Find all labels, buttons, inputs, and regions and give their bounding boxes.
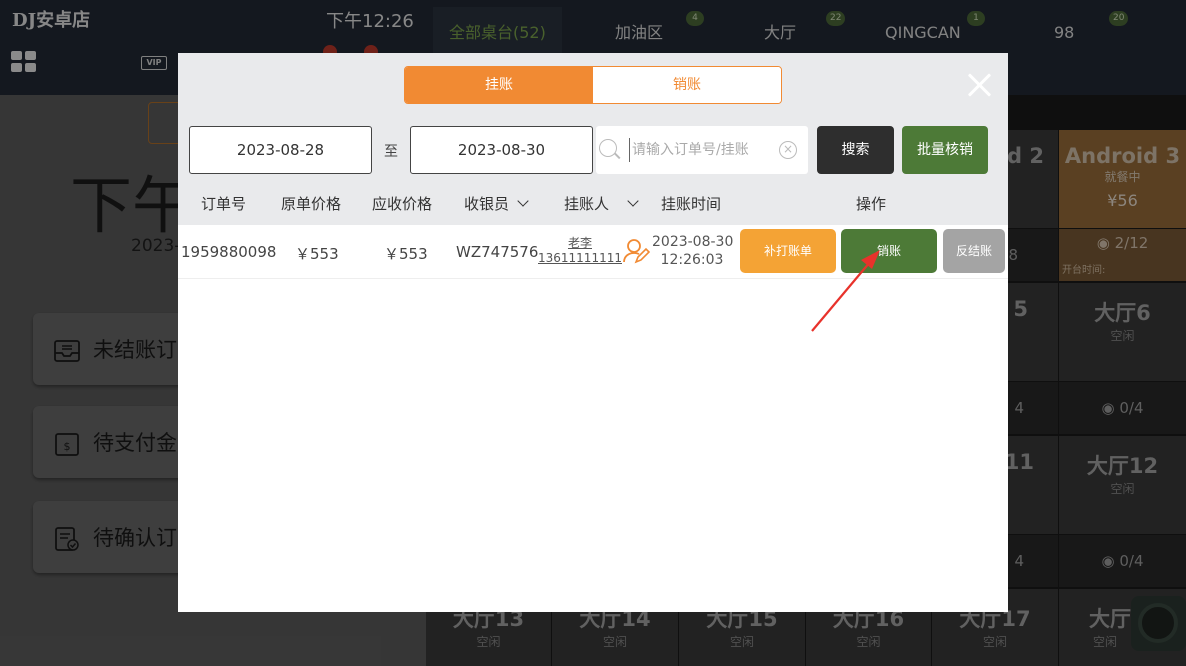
mode-switch: 挂账 销账 [404, 66, 782, 104]
reverse-checkout-button[interactable]: 反结账 [943, 229, 1005, 273]
settle-button[interactable]: 销账 [841, 229, 937, 273]
column-order-no: 订单号 [201, 195, 247, 213]
column-actions: 操作 [856, 195, 887, 213]
column-original-price: 原单价格 [281, 195, 342, 213]
search-box: × [596, 126, 808, 174]
search-icon [599, 139, 617, 157]
search-input[interactable] [629, 138, 777, 162]
column-payer-filter[interactable]: 挂账人 [564, 183, 639, 225]
column-credit-time: 挂账时间 [661, 195, 722, 213]
chevron-down-icon [627, 195, 639, 207]
end-date-field[interactable]: 2023-08-30 [410, 126, 593, 174]
tab-settle[interactable]: 销账 [593, 67, 781, 103]
date-range-separator: 至 [384, 144, 398, 160]
credit-account-dialog: 挂账 销账 2023-08-28 至 2023-08-30 × 搜索 批量核销 … [178, 53, 1008, 612]
credit-time: 2023-08-30 12:26:03 [652, 234, 734, 268]
edit-payer-icon[interactable] [622, 237, 650, 265]
close-icon[interactable] [966, 71, 994, 99]
order-number: 1959880098 [181, 243, 277, 261]
original-price: ￥553 [295, 245, 339, 263]
table-header: 订单号 原单价格 应收价格 收银员 挂账人 挂账时间 操作 [178, 183, 1008, 225]
column-cashier-filter[interactable]: 收银员 [464, 183, 529, 225]
search-button[interactable]: 搜索 [817, 126, 894, 174]
filter-bar: 2023-08-28 至 2023-08-30 × 搜索 批量核销 [178, 117, 1008, 183]
column-receivable: 应收价格 [372, 195, 433, 213]
batch-writeoff-button[interactable]: 批量核销 [902, 126, 988, 174]
clear-icon[interactable]: × [779, 141, 797, 159]
tab-credit[interactable]: 挂账 [405, 67, 593, 103]
payer[interactable]: 老李 13611111111 [538, 236, 622, 266]
chevron-down-icon [517, 195, 529, 207]
cashier: WZ747576 [456, 243, 539, 261]
start-date-field[interactable]: 2023-08-28 [189, 126, 372, 174]
receivable-price: ￥553 [384, 245, 428, 263]
dialog-header: 挂账 销账 [178, 53, 1008, 117]
reprint-bill-button[interactable]: 补打账单 [740, 229, 836, 273]
table-row: 1959880098 ￥553 ￥553 WZ747576 老李 1361111… [178, 225, 1008, 279]
